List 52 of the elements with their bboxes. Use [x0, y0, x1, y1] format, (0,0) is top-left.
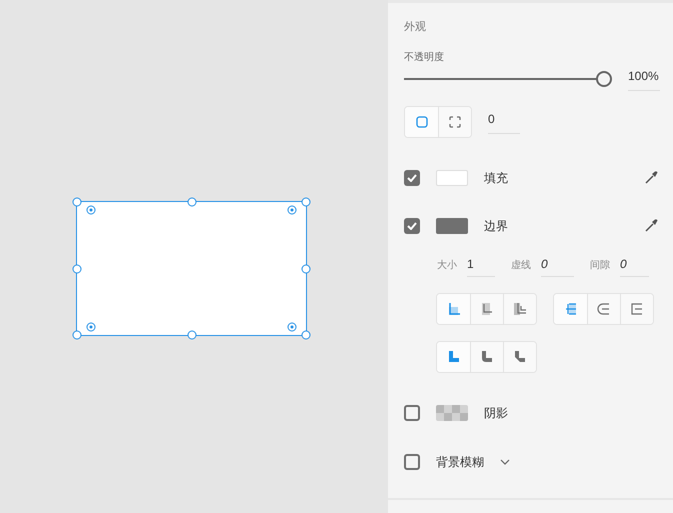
checkbox[interactable] — [404, 170, 420, 186]
all-corners-icon — [414, 114, 430, 130]
resize-handle[interactable] — [72, 264, 82, 273]
checkmark-icon — [407, 222, 417, 230]
chevron-down-icon[interactable] — [500, 458, 510, 464]
corner-radius-handle[interactable] — [86, 322, 96, 332]
square-cap-button[interactable] — [620, 294, 653, 324]
slider-thumb[interactable] — [596, 70, 612, 86]
per-corner-icon — [447, 114, 463, 130]
round-join-icon — [479, 348, 495, 364]
bevel-join-icon — [512, 348, 528, 364]
bevel-join-button[interactable] — [503, 342, 536, 372]
opacity-slider[interactable] — [404, 70, 612, 86]
per-corner-button[interactable] — [438, 106, 471, 136]
round-cap-icon — [596, 300, 612, 316]
corner-radius-handle[interactable] — [86, 205, 96, 214]
fill-label: 填充 — [484, 170, 508, 186]
border-label: 边界 — [484, 218, 508, 234]
gap-field[interactable]: 0 — [620, 254, 649, 276]
outer-stroke-icon — [479, 300, 495, 316]
checkbox[interactable] — [404, 218, 420, 234]
shadow-label: 阴影 — [484, 404, 508, 422]
checkbox[interactable] — [404, 454, 420, 470]
border-swatch[interactable] — [436, 218, 468, 234]
gap-label: 间隙 — [590, 258, 610, 272]
fill-swatch[interactable] — [436, 170, 468, 186]
resize-handle[interactable] — [72, 330, 82, 340]
eyedropper-icon[interactable] — [644, 218, 659, 233]
dash-label: 虚线 — [511, 258, 531, 272]
resize-handle[interactable] — [72, 198, 82, 206]
dash-field[interactable]: 0 — [541, 254, 574, 276]
resize-handle[interactable] — [187, 198, 196, 206]
resize-handle[interactable] — [302, 198, 310, 206]
size-field[interactable]: 1 — [467, 254, 495, 276]
opacity-label: 不透明度 — [404, 50, 445, 64]
center-stroke-icon — [512, 300, 528, 316]
corner-radius-handle[interactable] — [288, 322, 297, 332]
corner-radius-handle[interactable] — [288, 205, 297, 214]
corner-radius-field[interactable]: 0 — [488, 110, 520, 134]
section-title: 外观 — [404, 20, 427, 35]
checkmark-icon — [407, 174, 417, 182]
shadow-swatch[interactable] — [436, 404, 468, 420]
resize-handle[interactable] — [302, 330, 310, 340]
eyedropper-icon[interactable] — [644, 170, 659, 185]
resize-handle[interactable] — [302, 264, 310, 273]
checkbox[interactable] — [404, 404, 420, 420]
background-blur-label: 背景模糊 — [436, 454, 484, 470]
square-cap-icon — [629, 300, 645, 316]
opacity-field[interactable]: 100% — [628, 66, 660, 90]
resize-handle[interactable] — [187, 330, 196, 340]
center-stroke-button[interactable] — [503, 294, 536, 324]
size-label: 大小 — [437, 258, 457, 272]
